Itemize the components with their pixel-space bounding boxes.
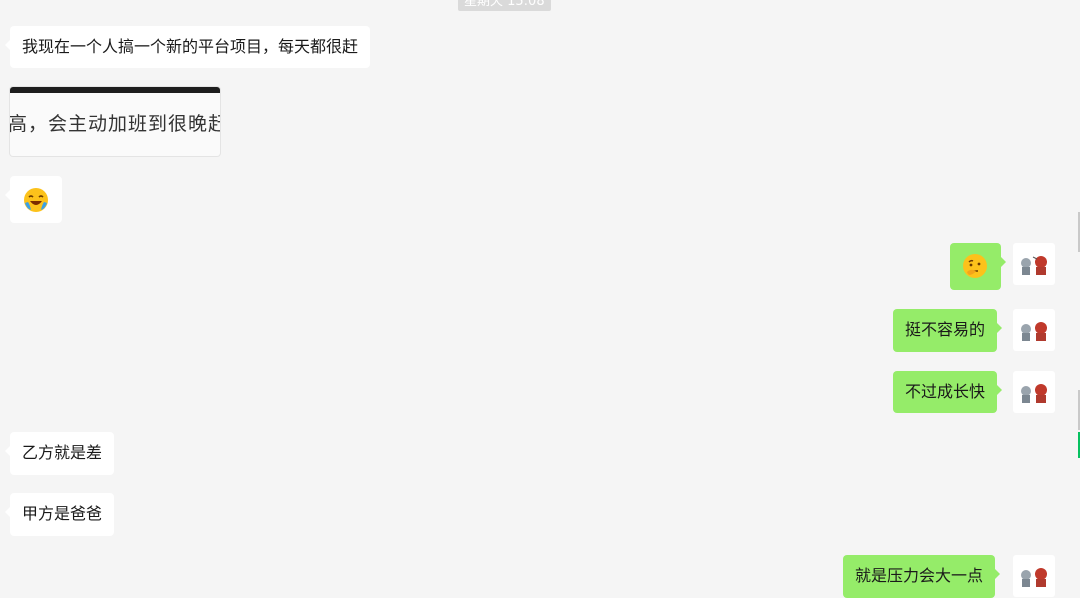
message-incoming[interactable]: 甲方是爸爸	[4, 493, 115, 536]
timestamp: 星期天 15:08	[458, 0, 551, 11]
message-outgoing[interactable]: 不过成长快	[893, 371, 1003, 413]
message-incoming[interactable]: 我现在一个人搞一个新的平台项目，每天都很赶	[4, 26, 371, 68]
avatar[interactable]	[1013, 555, 1055, 597]
avatar[interactable]	[1013, 243, 1055, 285]
avatar-icon	[1021, 384, 1047, 403]
message-incoming-emoji[interactable]	[5, 176, 62, 223]
avatar-icon	[1021, 568, 1047, 587]
avatar-icon	[1021, 322, 1047, 341]
message-text: 挺不容易的	[905, 320, 986, 339]
avatar[interactable]	[1013, 309, 1055, 351]
message-text: 甲方是爸爸	[22, 504, 103, 523]
message-outgoing[interactable]: 就是压力会大一点	[843, 555, 1001, 598]
image-top-bar	[10, 87, 220, 93]
image-text: 高，会主动加班到很晚赶	[10, 113, 220, 135]
message-text: 不过成长快	[905, 382, 986, 401]
message-image[interactable]: 高，会主动加班到很晚赶	[10, 87, 220, 156]
message-outgoing-emoji[interactable]	[950, 243, 1006, 290]
avatar-icon	[1021, 256, 1047, 275]
thinking-emoji-icon	[963, 254, 987, 278]
message-incoming[interactable]: 乙方就是差	[4, 432, 115, 475]
message-outgoing[interactable]: 挺不容易的	[893, 309, 1003, 352]
laughing-crying-emoji-icon	[24, 188, 48, 212]
avatar[interactable]	[1013, 371, 1055, 413]
message-text: 乙方就是差	[22, 443, 103, 462]
message-text: 我现在一个人搞一个新的平台项目，每天都很赶	[22, 37, 359, 56]
